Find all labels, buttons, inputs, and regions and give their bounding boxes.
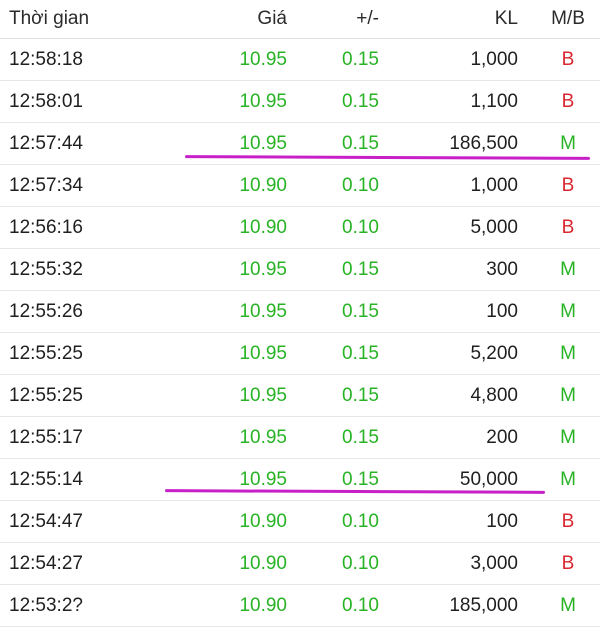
trade-side: M [560, 385, 576, 406]
trade-time: 12:58:18 [9, 49, 83, 70]
trade-change: 0.15 [342, 49, 379, 70]
trade-volume: 200 [486, 427, 518, 448]
trade-time: 12:54:47 [9, 511, 83, 532]
trade-time: 12:55:17 [9, 427, 83, 448]
trade-side: B [561, 91, 575, 112]
trade-price: 10.95 [239, 343, 287, 364]
table-row[interactable]: 12:53:2? 10.90 0.10 185,000 M [0, 585, 600, 627]
trade-price: 10.95 [239, 469, 287, 490]
table-row[interactable]: 12:55:14 10.95 0.15 50,000 M [0, 459, 600, 501]
trade-side: B [561, 553, 575, 574]
trade-time: 12:58:01 [9, 91, 83, 112]
trade-price: 10.95 [239, 385, 287, 406]
trade-price: 10.95 [239, 301, 287, 322]
trade-change: 0.15 [342, 427, 379, 448]
trade-change: 0.15 [342, 469, 379, 490]
trade-side: M [560, 595, 576, 616]
table-row[interactable]: 12:54:47 10.90 0.10 100 B [0, 501, 600, 543]
trade-volume: 5,000 [470, 217, 518, 238]
trade-change: 0.10 [342, 595, 379, 616]
table-row[interactable]: 12:55:25 10.95 0.15 4,800 M [0, 375, 600, 417]
trade-price: 10.90 [239, 553, 287, 574]
trade-price: 10.90 [239, 217, 287, 238]
trade-side: B [561, 511, 575, 532]
trade-side: B [561, 49, 575, 70]
trade-price: 10.95 [239, 91, 287, 112]
table-row[interactable]: 12:56:16 10.90 0.10 5,000 B [0, 207, 600, 249]
trade-volume: 185,000 [449, 595, 518, 616]
table-row[interactable]: 12:54:27 10.90 0.10 3,000 B [0, 543, 600, 585]
trade-time: 12:54:27 [9, 553, 83, 574]
trade-price: 10.90 [239, 595, 287, 616]
trade-change: 0.10 [342, 553, 379, 574]
trade-change: 0.15 [342, 91, 379, 112]
trade-time: 12:56:16 [9, 217, 83, 238]
trade-time: 12:57:44 [9, 133, 83, 154]
trade-volume: 300 [486, 259, 518, 280]
trade-price: 10.90 [239, 175, 287, 196]
trade-volume: 1,000 [470, 175, 518, 196]
trade-volume: 3,000 [470, 553, 518, 574]
column-header-side[interactable]: M/B [551, 0, 585, 38]
trade-side: B [561, 217, 575, 238]
trade-list: 12:58:18 10.95 0.15 1,000 B 12:58:01 10.95 0.15… [0, 39, 600, 627]
trade-volume: 4,800 [470, 385, 518, 406]
trade-time: 12:55:25 [9, 385, 83, 406]
trade-volume: 100 [486, 511, 518, 532]
trade-side: M [560, 343, 576, 364]
table-header: Thời gian Giá +/- KL M/B [0, 0, 600, 39]
trade-time: 12:53:2? [9, 595, 83, 616]
trade-change: 0.15 [342, 385, 379, 406]
table-row[interactable]: 12:58:01 10.95 0.15 1,100 B [0, 81, 600, 123]
column-header-price[interactable]: Giá [257, 0, 287, 38]
trade-change: 0.15 [342, 343, 379, 364]
trade-time: 12:55:32 [9, 259, 83, 280]
trade-volume: 5,200 [470, 343, 518, 364]
trade-volume: 100 [486, 301, 518, 322]
trade-side: M [560, 259, 576, 280]
trade-change: 0.15 [342, 301, 379, 322]
trade-side: M [560, 427, 576, 448]
trade-change: 0.15 [342, 259, 379, 280]
trade-volume: 50,000 [459, 469, 518, 490]
trade-side: B [561, 175, 575, 196]
trade-change: 0.10 [342, 175, 379, 196]
table-row[interactable]: 12:55:32 10.95 0.15 300 M [0, 249, 600, 291]
trade-volume: 1,100 [470, 91, 518, 112]
trade-time: 12:55:14 [9, 469, 83, 490]
trade-change: 0.10 [342, 217, 379, 238]
table-row[interactable]: 12:58:18 10.95 0.15 1,000 B [0, 39, 600, 81]
table-row[interactable]: 12:55:26 10.95 0.15 100 M [0, 291, 600, 333]
trade-side: M [560, 469, 576, 490]
table-row[interactable]: 12:55:17 10.95 0.15 200 M [0, 417, 600, 459]
trade-time: 12:57:34 [9, 175, 83, 196]
column-header-volume[interactable]: KL [495, 0, 518, 38]
trade-volume: 1,000 [470, 49, 518, 70]
trade-side: M [560, 301, 576, 322]
column-header-change[interactable]: +/- [356, 0, 379, 38]
trade-price: 10.95 [239, 49, 287, 70]
trade-time: 12:55:25 [9, 343, 83, 364]
trade-price: 10.95 [239, 427, 287, 448]
table-row[interactable]: 12:55:25 10.95 0.15 5,200 M [0, 333, 600, 375]
table-row[interactable]: 12:57:34 10.90 0.10 1,000 B [0, 165, 600, 207]
trade-time: 12:55:26 [9, 301, 83, 322]
trade-change: 0.10 [342, 511, 379, 532]
column-header-time[interactable]: Thời gian [9, 0, 89, 38]
trade-price: 10.95 [239, 259, 287, 280]
trade-price: 10.90 [239, 511, 287, 532]
